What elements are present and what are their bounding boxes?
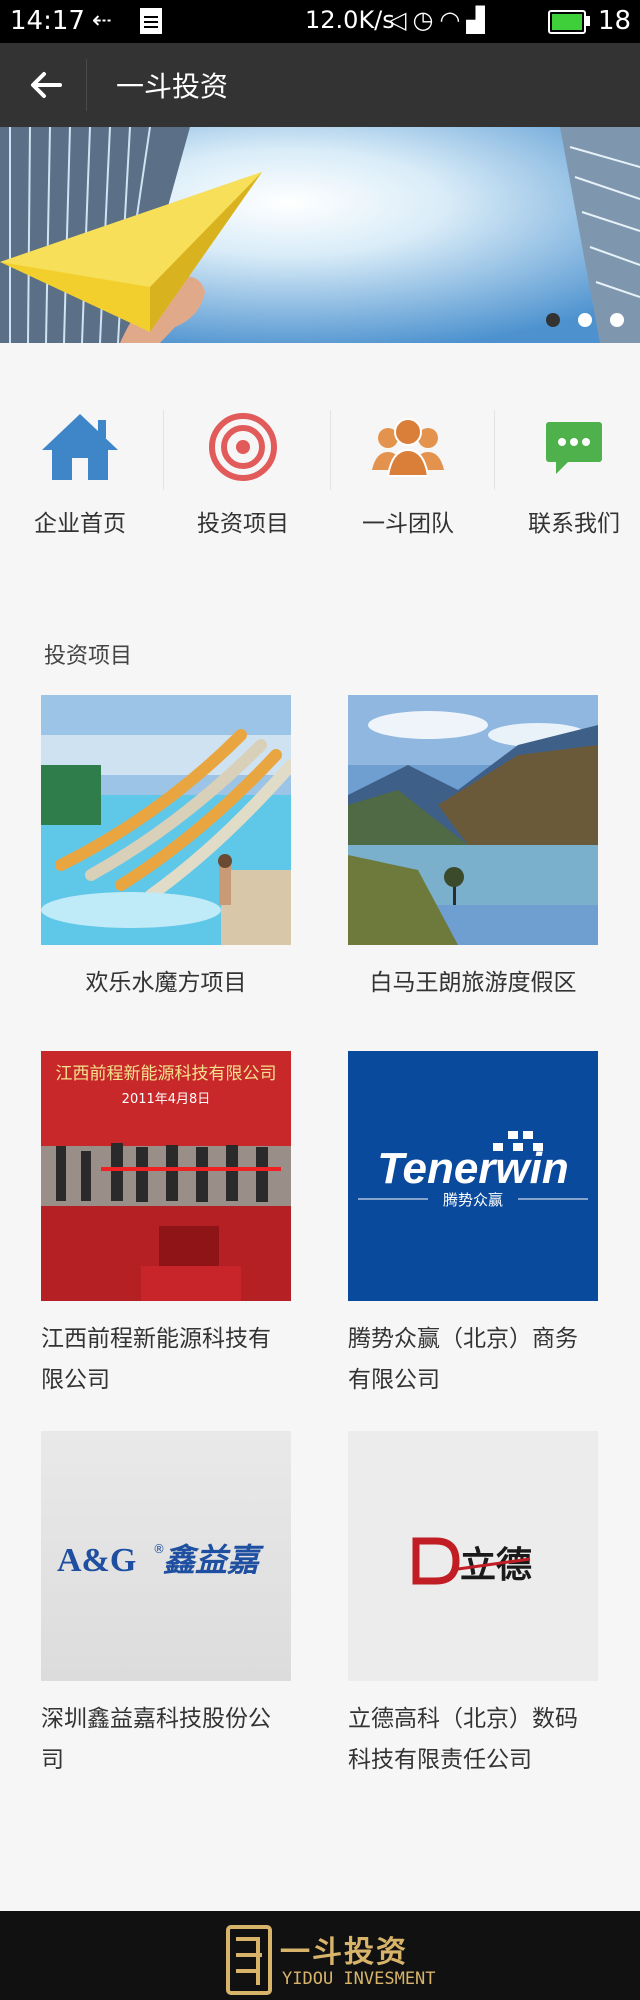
carousel-dot-2[interactable]: [578, 313, 592, 327]
project-thumb: A&G ® 鑫益嘉: [41, 1431, 291, 1681]
banner-image: [0, 127, 640, 343]
arrow-left-icon: [31, 72, 62, 98]
ribbon-ceremony-image: 江西前程新能源科技有限公司 2011年4月8日: [41, 1051, 291, 1301]
banner-carousel[interactable]: [0, 127, 640, 343]
ag-logo-en: A&G: [57, 1542, 136, 1579]
alarm-icon: ◷: [412, 6, 440, 34]
footer-brand-bar: 一斗投资 YIDOU INVESMENT: [0, 1911, 640, 2000]
waterpark-image: [41, 695, 291, 945]
back-button[interactable]: [22, 61, 70, 109]
project-title: 欢乐水魔方项目: [85, 970, 247, 996]
signal-icon: ▟: [466, 6, 491, 34]
home-icon: [42, 414, 118, 480]
yidou-logo-icon: [226, 1925, 272, 1995]
status-icons: ◁◷◠▟: [388, 6, 491, 34]
nav-home[interactable]: 企业首页: [0, 400, 160, 540]
project-thumb: [348, 695, 598, 945]
project-thumb: [41, 695, 291, 945]
wifi-icon: ◠: [439, 6, 467, 34]
project-thumb: 立德: [348, 1431, 598, 1681]
battery-level: 18: [598, 6, 632, 36]
lide-logo-image: 立德: [348, 1431, 598, 1681]
battery-icon: [548, 10, 586, 34]
section-title: 投资项目: [44, 644, 133, 669]
nav-team-label: 一斗团队: [362, 511, 454, 537]
project-title: 白马王朗旅游度假区: [369, 970, 577, 996]
page-title: 一斗投资: [116, 70, 229, 103]
nav-contact[interactable]: 联系我们: [494, 400, 640, 540]
ag-logo-cn: 鑫益嘉: [163, 1541, 264, 1579]
nav-team[interactable]: 一斗团队: [328, 400, 488, 540]
ag-logo-image: A&G ® 鑫益嘉: [41, 1431, 291, 1681]
title-divider: [86, 59, 87, 111]
nav-projects[interactable]: 投资项目: [163, 400, 323, 540]
team-icon: [372, 418, 444, 477]
net-speed: 12.0K/s: [305, 6, 395, 34]
title-bar: 一斗投资: [0, 43, 640, 127]
tengshi-logo-cn: 腾势众赢: [443, 1191, 503, 1209]
nav-home-label: 企业首页: [34, 511, 126, 537]
project-title: 腾势众赢（北京）商务有限公司: [348, 1326, 578, 1393]
project-thumb: Tenerwin 腾势众赢: [348, 1051, 598, 1301]
status-bar: 14:17 ⇠ 12.0K/s ◁◷◠▟ 18: [0, 0, 640, 43]
ceremony-banner-date: 2011年4月8日: [122, 1092, 211, 1107]
nav-projects-label: 投资项目: [197, 511, 289, 537]
project-title: 立德高科（北京）数码科技有限责任公司: [348, 1706, 578, 1773]
project-title: 深圳鑫益嘉科技股份公司: [41, 1706, 271, 1773]
project-title: 江西前程新能源科技有限公司: [41, 1326, 271, 1393]
quick-nav: 企业首页 投资项目 一斗团队 联系我们: [0, 400, 640, 540]
nav-contact-label: 联系我们: [528, 511, 620, 537]
notification-doc-icon: [140, 8, 162, 34]
usb-icon: ⇠: [92, 6, 113, 34]
target-icon: [209, 413, 277, 481]
carousel-dot-3[interactable]: [610, 313, 624, 327]
tengshi-logo-image: Tenerwin 腾势众赢: [348, 1051, 598, 1301]
mute-icon: ◁: [388, 6, 413, 34]
chat-icon: [546, 422, 602, 474]
ceremony-banner-text: 江西前程新能源科技有限公司: [56, 1064, 277, 1084]
lake-mountain-image: [348, 695, 598, 945]
tengshi-logo-en: Tenerwin: [377, 1144, 569, 1193]
carousel-indicators: [528, 312, 624, 331]
footer-brand-cn: 一斗投资: [280, 1935, 408, 1970]
status-time: 14:17: [10, 6, 85, 36]
footer-brand-en: YIDOU INVESMENT: [282, 1969, 436, 1989]
carousel-dot-1[interactable]: [546, 313, 560, 327]
project-thumb: 江西前程新能源科技有限公司 2011年4月8日: [41, 1051, 291, 1301]
